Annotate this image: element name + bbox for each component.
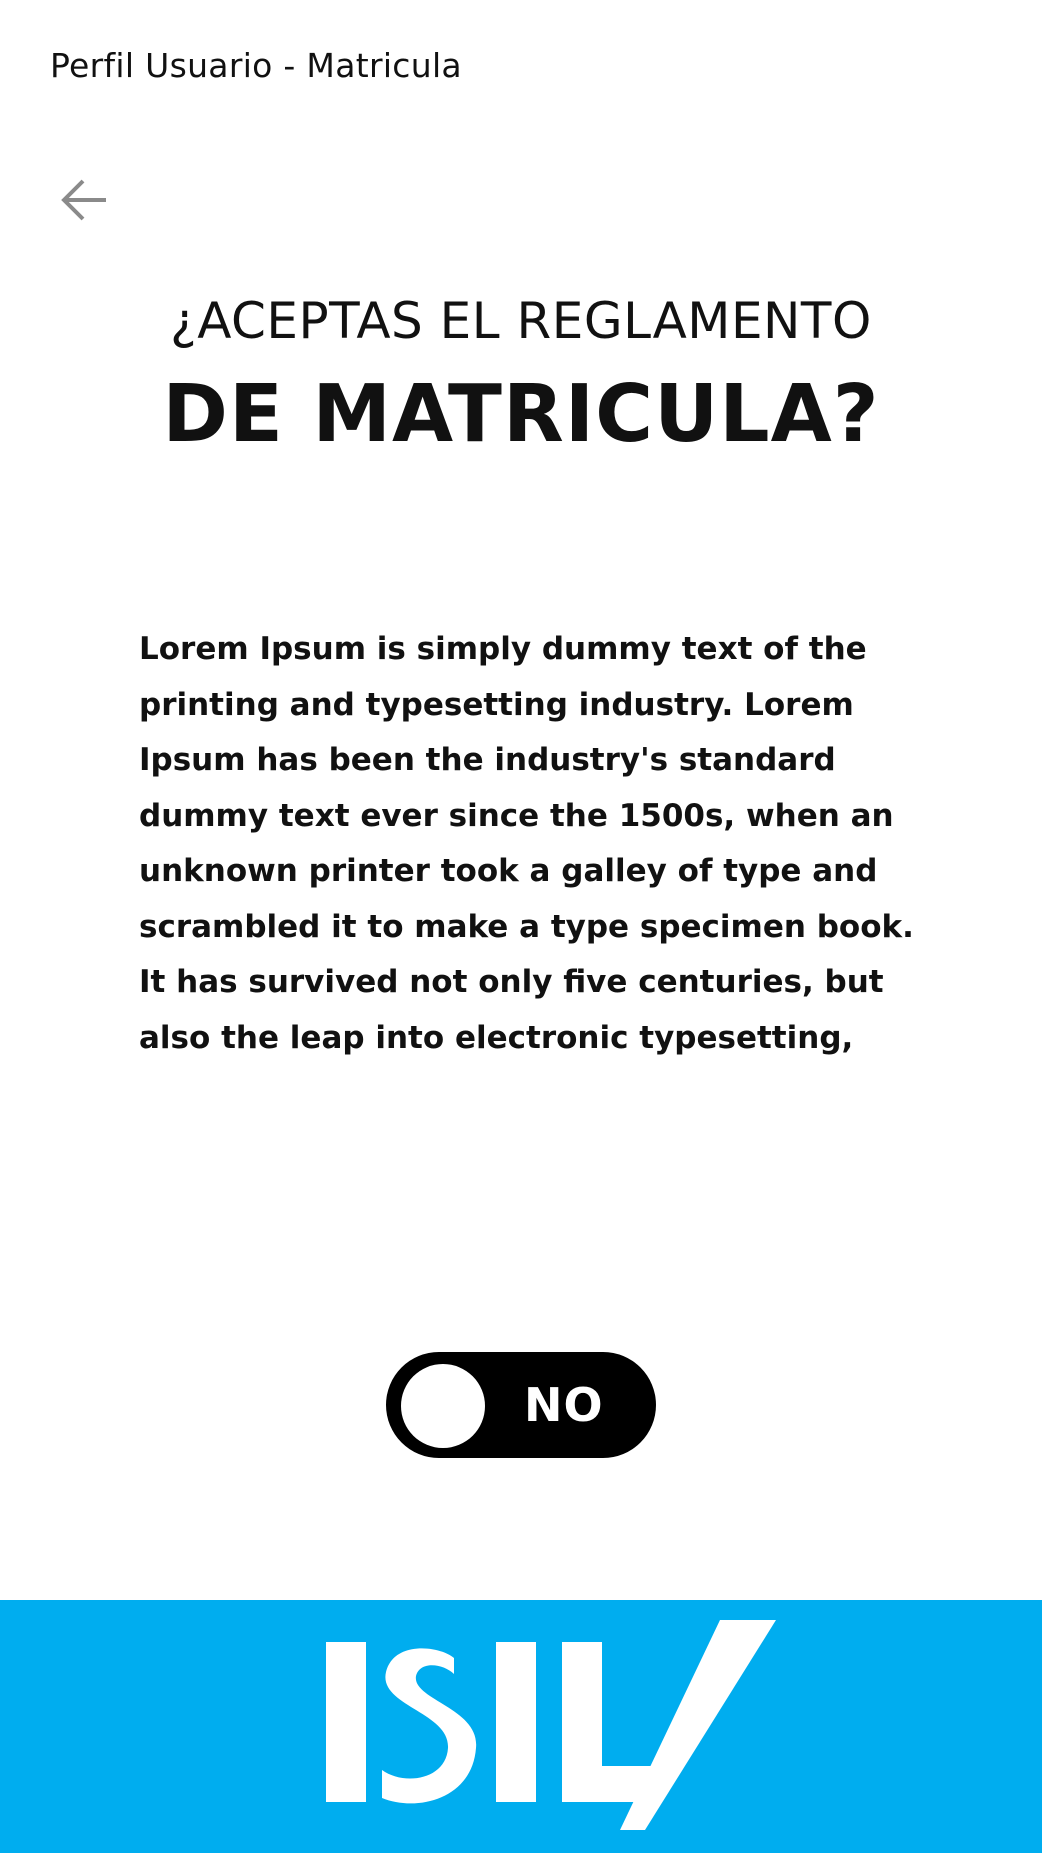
question-heading-line2: DE MATRICULA? xyxy=(162,368,880,460)
page-title: Perfil Usuario - Matricula xyxy=(50,46,462,85)
question-heading-line1: ¿ACEPTAS EL REGLAMENTO xyxy=(170,292,872,350)
regulation-text: Lorem Ipsum is simply dummy text of the … xyxy=(139,631,914,1056)
isil-logo xyxy=(320,1620,780,1835)
toggle-label: NO xyxy=(524,1378,604,1432)
arrow-left-icon xyxy=(61,179,106,221)
toggle-knob xyxy=(401,1364,485,1448)
footer-bar xyxy=(0,1600,1042,1853)
back-button[interactable] xyxy=(56,172,112,228)
accept-toggle[interactable]: NO xyxy=(386,1352,656,1458)
